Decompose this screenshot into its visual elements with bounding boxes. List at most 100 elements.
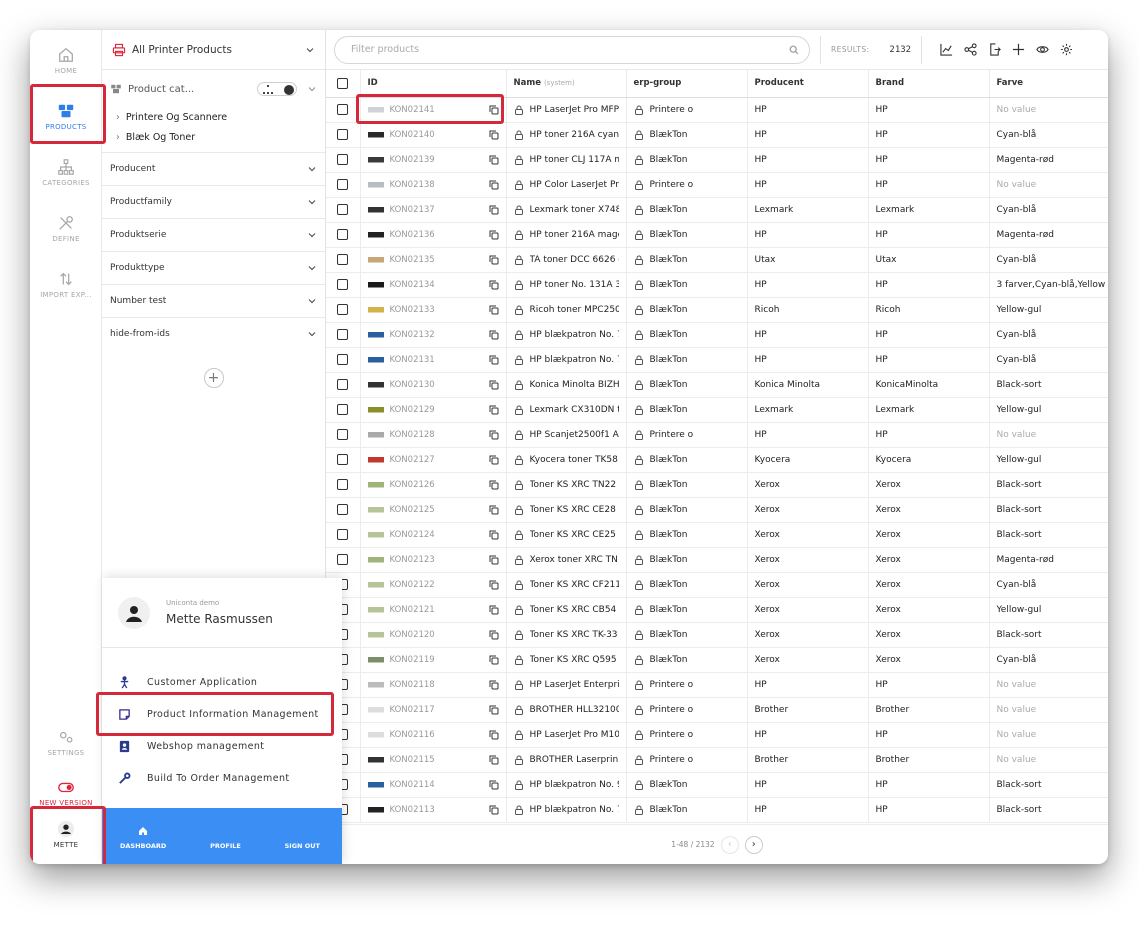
table-row[interactable]: KON02135 TA toner DCC 6626 c BlækTon Utax Ut… <box>326 247 1108 273</box>
product-thumbnail[interactable] <box>367 703 384 716</box>
rail-item-import-export[interactable]: IMPORT EXP... <box>30 262 102 318</box>
previous-page-button[interactable]: ‹ <box>720 835 739 854</box>
product-thumbnail[interactable] <box>367 678 384 691</box>
product-thumbnail[interactable] <box>367 278 384 291</box>
app-webshop-management[interactable]: Webshop management <box>102 730 342 762</box>
copy-icon[interactable] <box>489 355 499 365</box>
product-thumbnail[interactable] <box>367 528 384 541</box>
eye-icon[interactable] <box>1036 43 1049 56</box>
profile-button[interactable]: PROFILE <box>210 842 241 850</box>
table-row[interactable]: KON02137 Lexmark toner X748 BlækTon Lexmark… <box>326 197 1108 223</box>
facet-producent[interactable]: Producent <box>102 152 325 185</box>
table-row[interactable]: KON02131 HP blækpatron No. 7 BlækTon HP HP Cy… <box>326 347 1108 373</box>
line-chart-icon[interactable] <box>940 43 953 56</box>
rail-item-define[interactable]: DEFINE <box>30 206 102 262</box>
facet-productfamily[interactable]: Productfamily <box>102 185 325 218</box>
table-row[interactable]: KON02122 Toner KS XRC CF211 BlækTon Xerox Xe… <box>326 572 1108 598</box>
table-row[interactable]: KON02134 HP toner No. 131A 3- BlækTon HP HP 3… <box>326 272 1108 298</box>
column-header-farve[interactable]: Farve <box>989 70 1108 98</box>
copy-icon[interactable] <box>489 380 499 390</box>
row-checkbox[interactable] <box>337 179 349 190</box>
product-thumbnail[interactable] <box>367 603 384 616</box>
row-checkbox[interactable] <box>337 354 349 365</box>
row-checkbox[interactable] <box>337 254 349 265</box>
app-build-to-order-management[interactable]: Build To Order Management <box>102 762 342 794</box>
row-checkbox[interactable] <box>337 479 349 490</box>
copy-icon[interactable] <box>489 130 499 140</box>
copy-icon[interactable] <box>489 405 499 415</box>
copy-icon[interactable] <box>489 280 499 290</box>
share-icon[interactable] <box>964 43 977 56</box>
row-checkbox[interactable] <box>337 404 349 415</box>
copy-icon[interactable] <box>489 505 499 515</box>
row-checkbox[interactable] <box>337 104 349 115</box>
row-checkbox[interactable] <box>337 129 349 140</box>
search-icon[interactable] <box>789 45 799 55</box>
column-header-erp-group[interactable]: erp-group <box>626 70 748 98</box>
product-thumbnail[interactable] <box>367 753 384 766</box>
table-row[interactable]: KON02133 Ricoh toner MPC250 BlækTon Ricoh Ri… <box>326 297 1108 323</box>
product-source-select[interactable]: All Printer Products <box>102 30 325 70</box>
tree-item-printers[interactable]: Printere Og Scannere <box>102 108 325 128</box>
app-customer-application[interactable]: Customer Application <box>102 666 342 698</box>
product-thumbnail[interactable] <box>367 253 384 266</box>
product-thumbnail[interactable] <box>367 428 384 441</box>
copy-icon[interactable] <box>489 705 499 715</box>
row-checkbox[interactable] <box>337 529 349 540</box>
copy-icon[interactable] <box>489 580 499 590</box>
product-thumbnail[interactable] <box>367 803 384 816</box>
row-checkbox[interactable] <box>337 329 349 340</box>
copy-icon[interactable] <box>489 230 499 240</box>
copy-icon[interactable] <box>489 805 499 815</box>
table-row[interactable]: KON02136 HP toner 216A mage BlækTon HP HP Mag… <box>326 222 1108 248</box>
product-thumbnail[interactable] <box>367 503 384 516</box>
row-checkbox[interactable] <box>337 204 349 215</box>
copy-icon[interactable] <box>489 255 499 265</box>
table-row[interactable]: KON02119 Toner KS XRC Q595 BlækTon Xerox Xer… <box>326 647 1108 673</box>
table-row[interactable]: KON02124 Toner KS XRC CE25 BlækTon Xerox Xer… <box>326 522 1108 548</box>
copy-icon[interactable] <box>489 180 499 190</box>
plus-icon[interactable] <box>1012 43 1025 56</box>
column-header-brand[interactable]: Brand <box>868 70 990 98</box>
facet-hide-from-ids[interactable]: hide-from-ids <box>102 317 325 350</box>
copy-icon[interactable] <box>489 605 499 615</box>
copy-icon[interactable] <box>489 780 499 790</box>
table-row[interactable]: KON02127 Kyocera toner TK58 BlækTon Kyocera… <box>326 447 1108 473</box>
table-row[interactable]: KON02120 Toner KS XRC TK-33 BlækTon Xerox Xe… <box>326 622 1108 648</box>
copy-icon[interactable] <box>489 655 499 665</box>
table-row[interactable]: KON02128 HP Scanjet2500f1 A Printere o HP HP… <box>326 422 1108 448</box>
copy-icon[interactable] <box>489 555 499 565</box>
table-row[interactable]: KON02126 Toner KS XRC TN22 BlækTon Xerox Xer… <box>326 472 1108 498</box>
chevron-down-icon[interactable] <box>307 84 317 94</box>
tree-item-ink-toner[interactable]: Blæk Og Toner <box>102 128 325 148</box>
table-row[interactable]: KON02138 HP Color LaserJet Pr Printere o HP… <box>326 172 1108 198</box>
product-thumbnail[interactable] <box>367 628 384 641</box>
product-thumbnail[interactable] <box>367 303 384 316</box>
column-header-producent[interactable]: Producent <box>747 70 869 98</box>
rail-item-user[interactable]: METTE <box>30 812 102 864</box>
export-icon[interactable] <box>988 43 1001 56</box>
facet-number-test[interactable]: Number test <box>102 284 325 317</box>
copy-icon[interactable] <box>489 430 499 440</box>
table-row[interactable]: KON02141 HP LaserJet Pro MFP M Printere o H… <box>326 97 1108 123</box>
rail-item-categories[interactable]: CATEGORIES <box>30 150 102 206</box>
facet-produktserie[interactable]: Produktserie <box>102 218 325 251</box>
app-product-information-management[interactable]: Product Information Management <box>102 698 342 730</box>
product-thumbnail[interactable] <box>367 553 384 566</box>
table-row[interactable]: KON02139 HP toner CLJ 117A m BlækTon HP HP Ma… <box>326 147 1108 173</box>
product-thumbnail[interactable] <box>367 153 384 166</box>
row-checkbox[interactable] <box>337 454 349 465</box>
copy-icon[interactable] <box>489 530 499 540</box>
copy-icon[interactable] <box>489 680 499 690</box>
facet-produkttype[interactable]: Produkttype <box>102 251 325 284</box>
gear-icon[interactable] <box>1060 43 1073 56</box>
row-checkbox[interactable] <box>337 229 349 240</box>
copy-icon[interactable] <box>489 205 499 215</box>
dashboard-button[interactable]: DASHBOARD <box>120 826 166 850</box>
copy-icon[interactable] <box>489 630 499 640</box>
copy-icon[interactable] <box>489 105 499 115</box>
row-checkbox[interactable] <box>337 429 349 440</box>
product-thumbnail[interactable] <box>367 178 384 191</box>
product-thumbnail[interactable] <box>367 353 384 366</box>
copy-icon[interactable] <box>489 755 499 765</box>
